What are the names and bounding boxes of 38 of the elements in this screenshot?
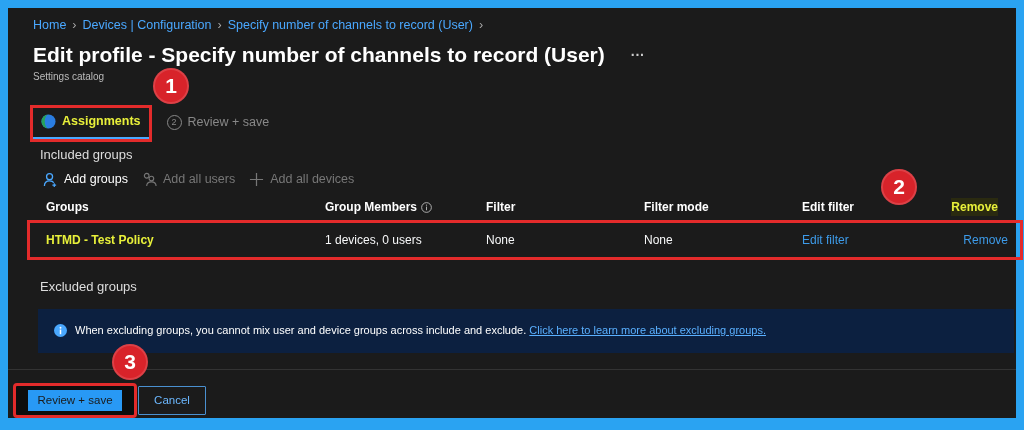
more-button[interactable]: ··· — [630, 41, 645, 69]
table-link[interactable]: Edit filter — [802, 231, 922, 249]
table-cell-text: 1 devices, 0 users — [325, 232, 423, 249]
breadcrumb-link[interactable]: Home — [33, 15, 67, 35]
column-header: Edit filter — [802, 199, 855, 216]
chevron-icon: › — [217, 15, 222, 35]
table-link[interactable]: Remove — [963, 231, 1008, 249]
chevron-icon: › — [72, 15, 77, 35]
add-person-icon — [43, 172, 58, 188]
wizard-tab[interactable]: 2 Review + save — [158, 109, 278, 138]
table-cell-text: None — [486, 232, 516, 249]
table-cell-text: None — [644, 232, 674, 249]
section-heading: Excluded groups — [39, 278, 138, 296]
breadcrumb-link[interactable]: Specify number of channels to record (User) — [227, 15, 473, 35]
info-icon — [54, 324, 67, 337]
learn-more-link[interactable]: Click here to learn more about excluding groups. — [529, 324, 766, 337]
plus-icon — [249, 172, 265, 188]
callout-badge: 1 — [153, 68, 189, 104]
info-message: When excluding groups, you cannot mix user and device groups across include and exclude. Click here to learn more about excluding groups. — [75, 323, 766, 339]
info-icon[interactable] — [421, 201, 432, 213]
page-subtitle: Settings catalog — [33, 70, 106, 84]
column-header: Group Members — [325, 199, 417, 216]
chevron-icon: › — [478, 15, 484, 35]
save-button[interactable]: Review + save — [16, 385, 134, 415]
column-header: Filter mode — [644, 199, 710, 216]
people-icon — [141, 172, 157, 188]
breadcrumb-link[interactable]: Devices | Configuration — [82, 15, 212, 35]
wizard-tab[interactable]: Assignments — [33, 108, 149, 139]
column-header: Groups — [46, 199, 90, 216]
globe-icon — [41, 113, 56, 129]
column-header: Remove — [951, 198, 998, 216]
cancel-button[interactable]: Cancel — [138, 385, 206, 415]
section-heading: Included groups — [39, 145, 134, 164]
page-title: Edit profile - Specify number of channels to record (User) — [33, 42, 605, 68]
table-cell-text: HTMD - Test Policy — [46, 232, 155, 249]
column-header: Filter — [486, 199, 517, 216]
callout-badge: 2 — [881, 169, 917, 205]
toolbar-button[interactable]: Add groups — [43, 170, 128, 189]
